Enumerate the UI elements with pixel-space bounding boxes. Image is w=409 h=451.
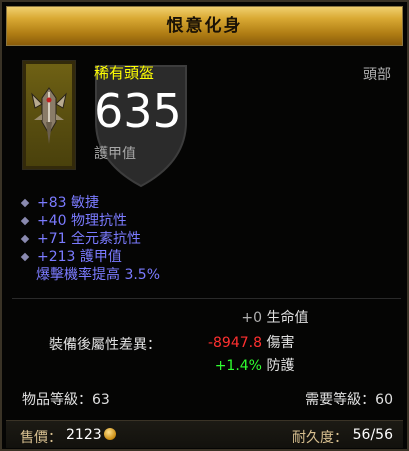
divider [12,298,401,299]
item-level-label: 物品等級： [22,392,92,408]
comparison-row-life: +0 生命值 [186,307,308,327]
affix-item: +83 敏捷 [20,194,160,212]
affix-item: 爆擊機率提高 3.5% [20,266,160,284]
comparison-stat: 生命值 [266,310,309,326]
affix-text: +213 護甲值 [37,249,122,265]
comparison-stat: 傷害 [266,335,295,351]
item-tooltip: 恨意化身 稀有頭盔 頭部 635 護甲值 +83 敏捷 +40 物理抗性 +71… [0,0,409,451]
bullet-icon [20,216,30,226]
helm-icon [31,87,67,144]
item-name: 稀有頭盔 [94,64,155,82]
item-level-value: 63 [92,392,110,408]
bullet-icon [20,252,30,262]
price-label: 售價： [20,430,62,446]
affix-text: +83 敏捷 [37,195,99,211]
affix-item: +213 護甲值 [20,248,160,266]
required-level-label: 需要等級： [305,392,376,408]
comparison-row-toughness: +1.4% 防護 [186,355,295,375]
durability-label: 耐久度： [292,430,348,446]
comparison-label: 裝備後屬性差異： [49,337,161,353]
bullet-icon [20,198,30,208]
affix-list: +83 敏捷 +40 物理抗性 +71 全元素抗性 +213 護甲值 爆擊機率提… [20,194,160,284]
comparison-row-damage: -8947.8 傷害 [186,332,295,352]
item-slot: 頭部 [363,67,391,83]
item-title: 恨意化身 [6,6,403,46]
item-icon-frame [22,60,76,170]
footer-bar: 售價： 2123 耐久度： 56/56 [6,420,403,448]
affix-item: +71 全元素抗性 [20,230,160,248]
affix-item: +40 物理抗性 [20,212,160,230]
required-level-value: 60 [375,392,393,408]
item-icon-background [26,64,72,166]
armor-label: 護甲值 [94,146,136,162]
gold-coin-icon [104,428,116,440]
durability-value: 56/56 [352,427,393,443]
comparison-value: +0 [241,310,262,326]
price-value: 2123 [66,427,102,443]
level-row: 物品等級：63 需要等級：60 [22,389,393,409]
affix-text: +40 物理抗性 [37,213,127,229]
comparison-value: -8947.8 [207,335,262,351]
bullet-icon [20,234,30,244]
affix-text: 爆擊機率提高 3.5% [36,267,161,283]
comparison-value: +1.4% [214,358,262,374]
comparison-stat: 防護 [266,358,295,374]
required-level: 需要等級：60 [305,389,393,409]
affix-text: +71 全元素抗性 [37,231,141,247]
armor-value: 635 [94,84,182,138]
